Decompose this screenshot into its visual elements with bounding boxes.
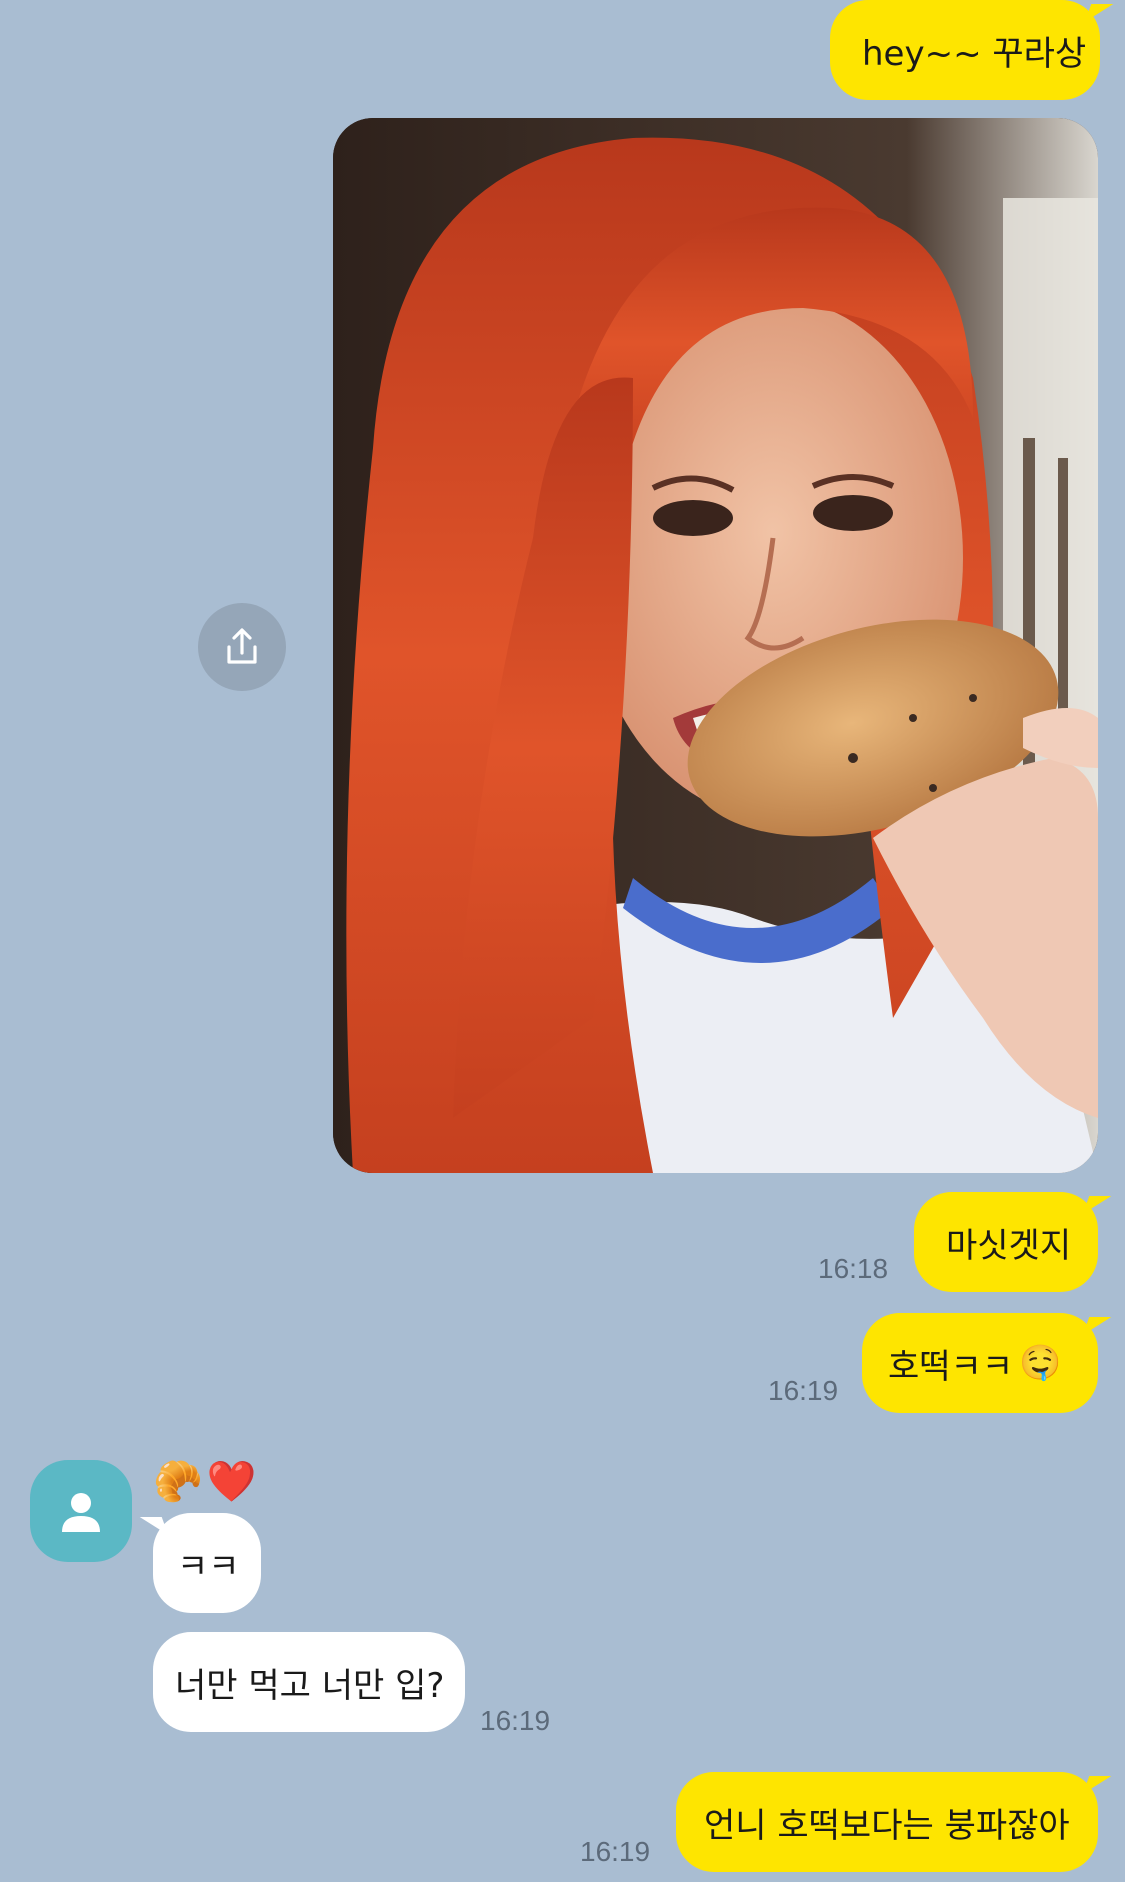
photo-image <box>333 118 1098 1173</box>
croissant-emoji: 🥐 <box>153 1459 203 1505</box>
message-bubble-sent[interactable]: 호떡ㅋㅋ 🤤 <box>862 1313 1098 1413</box>
timestamp: 16:18 <box>818 1253 889 1284</box>
message-text: 호떡ㅋㅋ <box>888 1346 1014 1387</box>
heart-emoji: ❤️ <box>206 1459 257 1505</box>
share-button[interactable] <box>198 603 286 691</box>
message-text: 너만 먹고 너만 입? <box>175 1665 445 1706</box>
message-bubble-received[interactable]: 너만 먹고 너만 입? <box>153 1632 465 1732</box>
timestamp: 16:19 <box>768 1375 839 1406</box>
message-text: 언니 호떡보다는 붕파잖아 <box>704 1805 1070 1846</box>
sender-name-emojis: 🥐 ❤️ <box>153 1458 257 1505</box>
message-bubble-sent[interactable]: 언니 호떡보다는 붕파잖아 <box>676 1772 1098 1872</box>
default-profile-icon <box>62 1493 100 1532</box>
drooling-face-emoji: 🤤 <box>1019 1343 1062 1383</box>
message-text: hey~~ 꾸라상 <box>862 33 1087 74</box>
message-bubble-sent[interactable]: hey~~ 꾸라상 <box>830 0 1100 100</box>
message-text: ㅋㅋ <box>177 1546 240 1587</box>
timestamp: 16:19 <box>480 1705 551 1736</box>
message-bubble-received[interactable]: ㅋㅋ <box>153 1513 261 1613</box>
photo-message[interactable] <box>333 118 1098 1173</box>
share-icon <box>227 628 257 664</box>
avatar[interactable] <box>30 1460 132 1562</box>
timestamp: 16:19 <box>580 1836 651 1867</box>
message-bubble-sent[interactable]: 마싯겟지 <box>914 1192 1098 1292</box>
message-text: 마싯겟지 <box>946 1225 1072 1266</box>
